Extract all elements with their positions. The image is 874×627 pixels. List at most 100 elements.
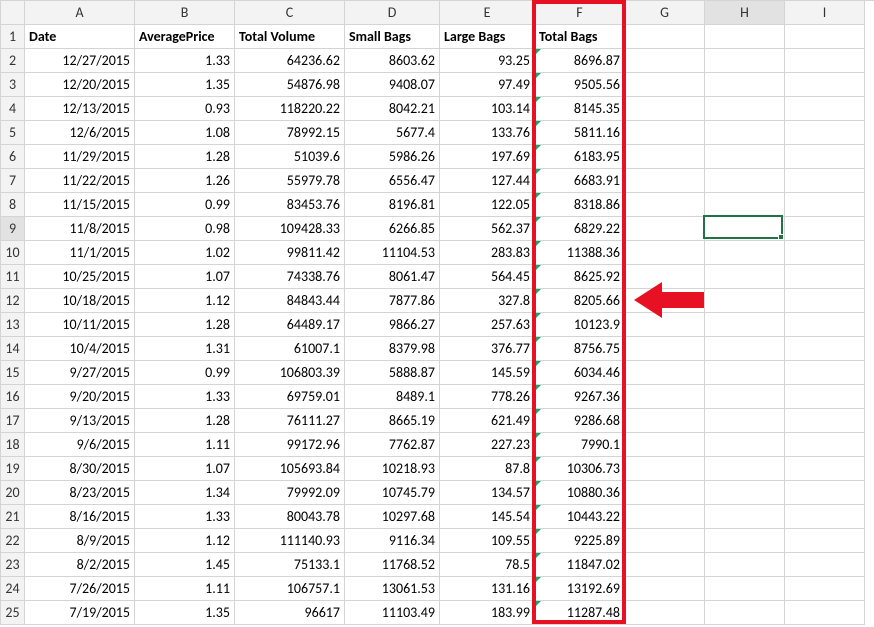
cell-G13[interactable]: [625, 313, 705, 337]
row-header-4[interactable]: 4: [1, 97, 25, 121]
cell-F25[interactable]: 11287.48: [535, 601, 625, 625]
cell-D13[interactable]: 9866.27: [345, 313, 440, 337]
column-header-A[interactable]: A: [25, 1, 135, 25]
cell-D4[interactable]: 8042.21: [345, 97, 440, 121]
cell-B11[interactable]: 1.07: [135, 265, 235, 289]
cell-C12[interactable]: 84843.44: [235, 289, 345, 313]
cell-E16[interactable]: 778.26: [440, 385, 535, 409]
cell-C6[interactable]: 51039.6: [235, 145, 345, 169]
row-header-1[interactable]: 1: [1, 25, 25, 49]
cell-G14[interactable]: [625, 337, 705, 361]
cell-H3[interactable]: [705, 73, 785, 97]
cell-I15[interactable]: [785, 361, 865, 385]
cell-A20[interactable]: 8/23/2015: [25, 481, 135, 505]
cell-D14[interactable]: 8379.98: [345, 337, 440, 361]
cell-I12[interactable]: [785, 289, 865, 313]
row-header-2[interactable]: 2: [1, 49, 25, 73]
cell-A4[interactable]: 12/13/2015: [25, 97, 135, 121]
column-header-H[interactable]: H: [705, 1, 785, 25]
cell-E1[interactable]: Large Bags: [440, 25, 535, 49]
cell-I25[interactable]: [785, 601, 865, 625]
cell-H12[interactable]: [705, 289, 785, 313]
cell-B24[interactable]: 1.11: [135, 577, 235, 601]
cell-C18[interactable]: 99172.96: [235, 433, 345, 457]
cell-I4[interactable]: [785, 97, 865, 121]
cell-C5[interactable]: 78992.15: [235, 121, 345, 145]
cell-E3[interactable]: 97.49: [440, 73, 535, 97]
cell-H23[interactable]: [705, 553, 785, 577]
cell-G17[interactable]: [625, 409, 705, 433]
cell-A17[interactable]: 9/13/2015: [25, 409, 135, 433]
cell-I2[interactable]: [785, 49, 865, 73]
cell-H22[interactable]: [705, 529, 785, 553]
cell-C21[interactable]: 80043.78: [235, 505, 345, 529]
row-header-3[interactable]: 3: [1, 73, 25, 97]
cell-B14[interactable]: 1.31: [135, 337, 235, 361]
cell-B19[interactable]: 1.07: [135, 457, 235, 481]
cell-H15[interactable]: [705, 361, 785, 385]
cell-C23[interactable]: 75133.1: [235, 553, 345, 577]
cell-I11[interactable]: [785, 265, 865, 289]
row-header-25[interactable]: 25: [1, 601, 25, 625]
cell-D9[interactable]: 6266.85: [345, 217, 440, 241]
cell-G24[interactable]: [625, 577, 705, 601]
cell-H14[interactable]: [705, 337, 785, 361]
cell-A6[interactable]: 11/29/2015: [25, 145, 135, 169]
cell-B20[interactable]: 1.34: [135, 481, 235, 505]
cell-I9[interactable]: [785, 217, 865, 241]
cell-D23[interactable]: 11768.52: [345, 553, 440, 577]
cell-B15[interactable]: 0.99: [135, 361, 235, 385]
cell-D15[interactable]: 5888.87: [345, 361, 440, 385]
cell-F13[interactable]: 10123.9: [535, 313, 625, 337]
cell-A22[interactable]: 8/9/2015: [25, 529, 135, 553]
column-header-B[interactable]: B: [135, 1, 235, 25]
cell-H1[interactable]: [705, 25, 785, 49]
cell-B2[interactable]: 1.33: [135, 49, 235, 73]
cell-B9[interactable]: 0.98: [135, 217, 235, 241]
cell-G22[interactable]: [625, 529, 705, 553]
cell-E24[interactable]: 131.16: [440, 577, 535, 601]
cell-I22[interactable]: [785, 529, 865, 553]
cell-C20[interactable]: 79992.09: [235, 481, 345, 505]
cell-A5[interactable]: 12/6/2015: [25, 121, 135, 145]
cell-A10[interactable]: 11/1/2015: [25, 241, 135, 265]
cell-I13[interactable]: [785, 313, 865, 337]
cell-G8[interactable]: [625, 193, 705, 217]
cell-B18[interactable]: 1.11: [135, 433, 235, 457]
cell-G20[interactable]: [625, 481, 705, 505]
cell-H6[interactable]: [705, 145, 785, 169]
row-header-16[interactable]: 16: [1, 385, 25, 409]
cell-E20[interactable]: 134.57: [440, 481, 535, 505]
cell-D25[interactable]: 11103.49: [345, 601, 440, 625]
row-header-18[interactable]: 18: [1, 433, 25, 457]
cell-E10[interactable]: 283.83: [440, 241, 535, 265]
cell-F4[interactable]: 8145.35: [535, 97, 625, 121]
cell-D10[interactable]: 11104.53: [345, 241, 440, 265]
cell-D7[interactable]: 6556.47: [345, 169, 440, 193]
cell-D18[interactable]: 7762.87: [345, 433, 440, 457]
cell-H4[interactable]: [705, 97, 785, 121]
cell-D6[interactable]: 5986.26: [345, 145, 440, 169]
cell-C14[interactable]: 61007.1: [235, 337, 345, 361]
cell-A18[interactable]: 9/6/2015: [25, 433, 135, 457]
cell-H18[interactable]: [705, 433, 785, 457]
cell-A1[interactable]: Date: [25, 25, 135, 49]
cell-D22[interactable]: 9116.34: [345, 529, 440, 553]
cell-B1[interactable]: AveragePrice: [135, 25, 235, 49]
cell-G21[interactable]: [625, 505, 705, 529]
cell-E25[interactable]: 183.99: [440, 601, 535, 625]
row-header-17[interactable]: 17: [1, 409, 25, 433]
spreadsheet-grid[interactable]: ABCDEFGHI1DateAveragePriceTotal VolumeSm…: [0, 0, 874, 625]
row-header-11[interactable]: 11: [1, 265, 25, 289]
cell-A16[interactable]: 9/20/2015: [25, 385, 135, 409]
cell-A13[interactable]: 10/11/2015: [25, 313, 135, 337]
cell-C11[interactable]: 74338.76: [235, 265, 345, 289]
cell-F9[interactable]: 6829.22: [535, 217, 625, 241]
cell-E22[interactable]: 109.55: [440, 529, 535, 553]
row-header-22[interactable]: 22: [1, 529, 25, 553]
cell-G7[interactable]: [625, 169, 705, 193]
cell-D12[interactable]: 7877.86: [345, 289, 440, 313]
cell-C24[interactable]: 106757.1: [235, 577, 345, 601]
cell-G23[interactable]: [625, 553, 705, 577]
row-header-15[interactable]: 15: [1, 361, 25, 385]
